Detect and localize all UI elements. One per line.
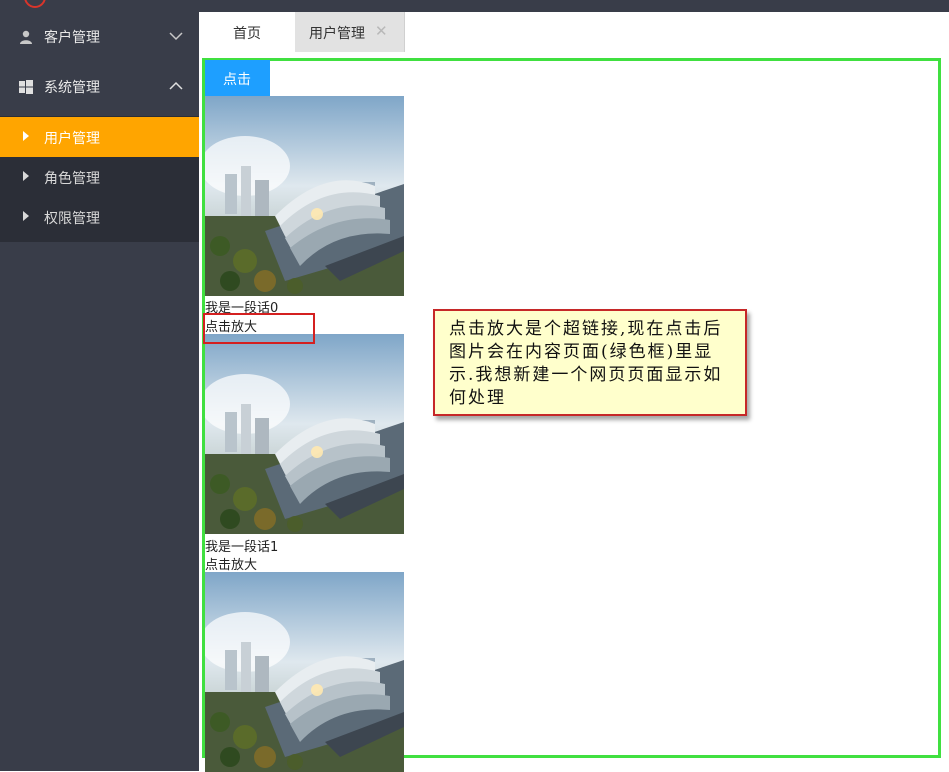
caret-right-icon bbox=[23, 131, 29, 141]
sidebar-item-roles[interactable]: 角色管理 bbox=[0, 157, 199, 197]
sidebar-item-permissions[interactable]: 权限管理 bbox=[0, 197, 199, 237]
sidebar-item-label: 用户管理 bbox=[44, 131, 100, 147]
windows-icon bbox=[19, 80, 33, 94]
building-photo bbox=[205, 572, 404, 772]
tab-label: 用户管理 bbox=[309, 26, 365, 42]
tab-label: 首页 bbox=[233, 26, 261, 42]
sidebar: 客户管理 系统管理 用户管理 角色管理 权限管理 bbox=[0, 12, 199, 771]
link-highlight-box bbox=[203, 313, 315, 344]
top-header-bar bbox=[0, 0, 949, 12]
chevron-down-icon bbox=[169, 32, 183, 41]
paragraph-text: 我是一段话1 bbox=[205, 540, 279, 555]
zoom-link[interactable]: 点击放大 bbox=[205, 554, 257, 573]
tab-bar: 首页 用户管理 ✕ bbox=[199, 12, 949, 52]
caret-right-icon bbox=[23, 171, 29, 181]
sidebar-group-customers[interactable]: 客户管理 bbox=[0, 12, 199, 62]
caret-right-icon bbox=[23, 211, 29, 221]
building-photo bbox=[205, 334, 404, 534]
sidebar-item-label: 权限管理 bbox=[44, 211, 100, 227]
logo-icon bbox=[24, 0, 46, 8]
sidebar-item-label: 角色管理 bbox=[44, 171, 100, 187]
sidebar-item-users[interactable]: 用户管理 bbox=[0, 117, 199, 157]
annotation-note: 点击放大是个超链接,现在点击后图片会在内容页面(绿色框)里显示.我想新建一个网页… bbox=[433, 309, 747, 416]
sidebar-group-system[interactable]: 系统管理 bbox=[0, 62, 199, 112]
tab-user-management[interactable]: 用户管理 ✕ bbox=[295, 12, 405, 52]
tab-home[interactable]: 首页 bbox=[199, 12, 295, 52]
sidebar-group-label: 客户管理 bbox=[44, 30, 100, 46]
click-button[interactable]: 点击 bbox=[205, 60, 270, 96]
close-icon[interactable]: ✕ bbox=[375, 22, 388, 40]
user-icon bbox=[20, 30, 32, 44]
sidebar-group-label: 系统管理 bbox=[44, 80, 100, 96]
chevron-up-icon bbox=[169, 81, 183, 90]
sidebar-submenu: 用户管理 角色管理 权限管理 bbox=[0, 116, 199, 242]
building-photo bbox=[205, 96, 404, 296]
